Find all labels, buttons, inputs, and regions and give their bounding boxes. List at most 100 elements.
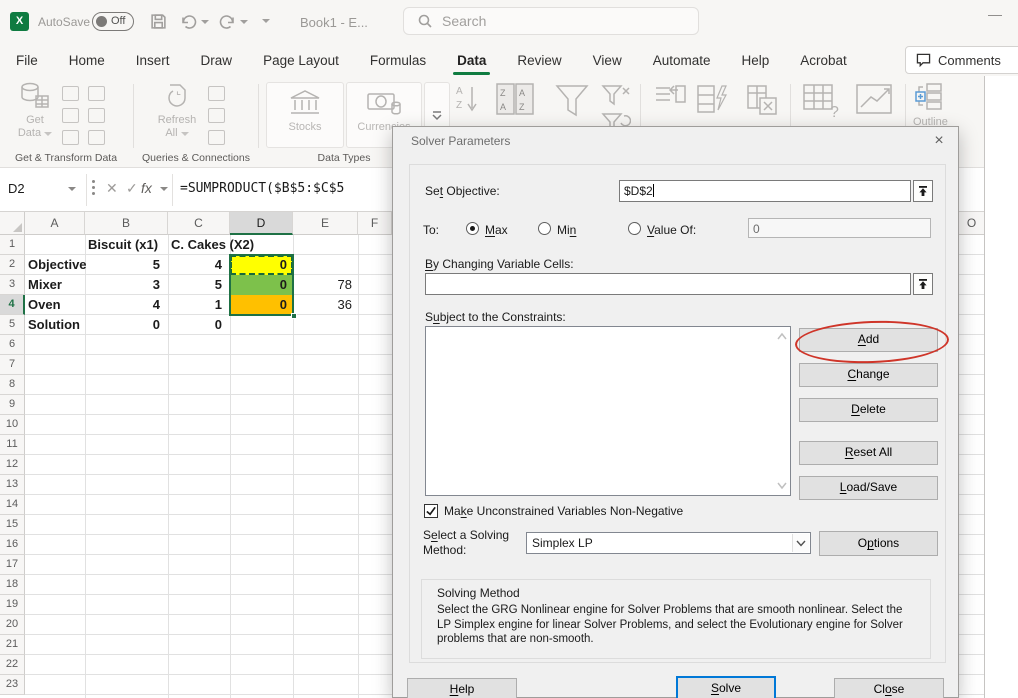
cell-b3[interactable]: 3 bbox=[85, 275, 160, 295]
row-header-1[interactable]: 1 bbox=[0, 235, 25, 255]
dialog-close-icon[interactable]: × bbox=[925, 129, 953, 153]
cell-e4[interactable]: 36 bbox=[293, 295, 352, 315]
reset-all-button[interactable]: Reset All bbox=[799, 441, 938, 465]
menu-tab-help[interactable]: Help bbox=[740, 53, 772, 68]
row-header-15[interactable]: 15 bbox=[0, 515, 25, 535]
remove-duplicates-button[interactable] bbox=[744, 84, 782, 122]
menu-tab-page-layout[interactable]: Page Layout bbox=[261, 53, 341, 68]
menu-tab-review[interactable]: Review bbox=[515, 53, 563, 68]
changing-range-picker-button[interactable] bbox=[913, 273, 933, 295]
menu-tab-home[interactable]: Home bbox=[67, 53, 107, 68]
delete-button[interactable]: Delete bbox=[799, 398, 938, 422]
non-negative-label[interactable]: Make Unconstrained Variables Non-Negativ… bbox=[444, 504, 683, 518]
properties-icon[interactable] bbox=[208, 108, 225, 123]
save-icon[interactable] bbox=[150, 13, 167, 35]
row-header-6[interactable]: 6 bbox=[0, 335, 25, 355]
menu-tab-insert[interactable]: Insert bbox=[134, 53, 172, 68]
menu-tab-acrobat[interactable]: Acrobat bbox=[798, 53, 849, 68]
row-header-4[interactable]: 4 bbox=[0, 295, 25, 315]
column-header-o[interactable]: O bbox=[958, 212, 984, 235]
cell-c3[interactable]: 5 bbox=[168, 275, 222, 295]
menu-tab-view[interactable]: View bbox=[591, 53, 624, 68]
sheet-grid-right[interactable] bbox=[958, 235, 984, 698]
changing-cells-input[interactable] bbox=[425, 273, 911, 295]
change-button[interactable]: Change bbox=[799, 363, 938, 387]
name-box[interactable]: D2 bbox=[8, 181, 25, 196]
scroll-up-icon[interactable] bbox=[776, 331, 788, 343]
get-data-button[interactable]: GetData bbox=[10, 82, 60, 140]
value-of-radio[interactable] bbox=[628, 222, 641, 235]
outline-button[interactable]: Outline bbox=[913, 82, 947, 129]
min-radio[interactable] bbox=[538, 222, 551, 235]
redo-icon[interactable] bbox=[218, 13, 236, 35]
non-negative-checkbox[interactable] bbox=[424, 504, 438, 518]
set-objective-input[interactable]: $D$2 bbox=[619, 180, 911, 202]
what-if-analysis-button[interactable]: ? bbox=[800, 83, 846, 123]
cell-a3[interactable]: Mixer bbox=[28, 275, 88, 295]
solve-button[interactable]: Solve bbox=[676, 676, 776, 698]
constraints-listbox[interactable] bbox=[425, 326, 791, 496]
forecast-sheet-button[interactable] bbox=[853, 83, 899, 123]
from-web-icon[interactable] bbox=[62, 108, 79, 123]
autosave-toggle[interactable]: Off bbox=[92, 12, 134, 31]
row-header-7[interactable]: 7 bbox=[0, 355, 25, 375]
cell-e3[interactable]: 78 bbox=[293, 275, 352, 295]
fx-dropdown-icon[interactable] bbox=[160, 187, 168, 191]
quick-access-menu-icon[interactable] bbox=[262, 19, 270, 23]
cell-c1[interactable]: C. Cakes (X2) bbox=[171, 235, 291, 255]
objective-range-picker-button[interactable] bbox=[913, 180, 933, 202]
add-button[interactable]: Add bbox=[799, 328, 938, 352]
redo-dropdown-icon[interactable] bbox=[240, 20, 248, 24]
row-header-18[interactable]: 18 bbox=[0, 575, 25, 595]
existing-connections-icon[interactable] bbox=[88, 108, 105, 123]
row-header-9[interactable]: 9 bbox=[0, 395, 25, 415]
stocks-button[interactable]: Stocks bbox=[266, 82, 344, 148]
row-header-12[interactable]: 12 bbox=[0, 455, 25, 475]
value-of-input[interactable]: 0 bbox=[748, 218, 931, 238]
formula-bar-options-icon[interactable] bbox=[92, 180, 95, 195]
column-header-c[interactable]: C bbox=[168, 212, 230, 235]
row-header-21[interactable]: 21 bbox=[0, 635, 25, 655]
text-to-columns-button[interactable] bbox=[650, 84, 690, 122]
column-header-f[interactable]: F bbox=[358, 212, 392, 235]
options-button[interactable]: Options bbox=[819, 531, 938, 556]
scroll-down-icon[interactable] bbox=[776, 479, 788, 491]
row-header-14[interactable]: 14 bbox=[0, 495, 25, 515]
cell-d2[interactable]: 0 bbox=[230, 255, 287, 275]
cell-d4[interactable]: 0 bbox=[230, 295, 287, 315]
combo-dropdown-button[interactable] bbox=[792, 534, 809, 552]
cell-b1[interactable]: Biscuit (x1) bbox=[88, 235, 168, 255]
from-picture-icon[interactable] bbox=[88, 130, 105, 145]
solving-method-select[interactable]: Simplex LP bbox=[526, 532, 811, 554]
row-header-16[interactable]: 16 bbox=[0, 535, 25, 555]
filter-button[interactable] bbox=[548, 83, 596, 125]
enter-icon[interactable]: ✓ bbox=[126, 180, 138, 197]
undo-dropdown-icon[interactable] bbox=[201, 20, 209, 24]
row-header-11[interactable]: 11 bbox=[0, 435, 25, 455]
column-header-e[interactable]: E bbox=[293, 212, 358, 235]
flash-fill-button[interactable] bbox=[694, 84, 730, 122]
cell-c5[interactable]: 0 bbox=[168, 315, 222, 335]
menu-tab-automate[interactable]: Automate bbox=[651, 53, 713, 68]
menu-tab-draw[interactable]: Draw bbox=[199, 53, 235, 68]
max-radio[interactable] bbox=[466, 222, 479, 235]
cancel-icon[interactable]: ✕ bbox=[106, 180, 118, 197]
search-box[interactable] bbox=[403, 7, 699, 35]
row-header-17[interactable]: 17 bbox=[0, 555, 25, 575]
sort-az-button[interactable]: AZ bbox=[452, 84, 482, 118]
comments-button[interactable]: Comments bbox=[905, 46, 1018, 74]
sort-dialog-button[interactable]: ZA AZ bbox=[494, 82, 536, 120]
search-input[interactable] bbox=[442, 13, 642, 29]
clear-filter-button[interactable] bbox=[600, 84, 632, 112]
cell-b4[interactable]: 4 bbox=[85, 295, 160, 315]
refresh-all-button[interactable]: RefreshAll bbox=[148, 82, 206, 140]
from-table-range-icon[interactable] bbox=[62, 130, 79, 145]
menu-tab-data[interactable]: Data bbox=[455, 53, 488, 68]
menu-tab-file[interactable]: File bbox=[14, 53, 40, 68]
row-header-2[interactable]: 2 bbox=[0, 255, 25, 275]
name-box-dropdown-icon[interactable] bbox=[68, 187, 76, 191]
row-header-13[interactable]: 13 bbox=[0, 475, 25, 495]
edit-links-icon[interactable] bbox=[208, 130, 225, 145]
load-save-button[interactable]: Load/Save bbox=[799, 476, 938, 500]
row-header-5[interactable]: 5 bbox=[0, 315, 25, 335]
